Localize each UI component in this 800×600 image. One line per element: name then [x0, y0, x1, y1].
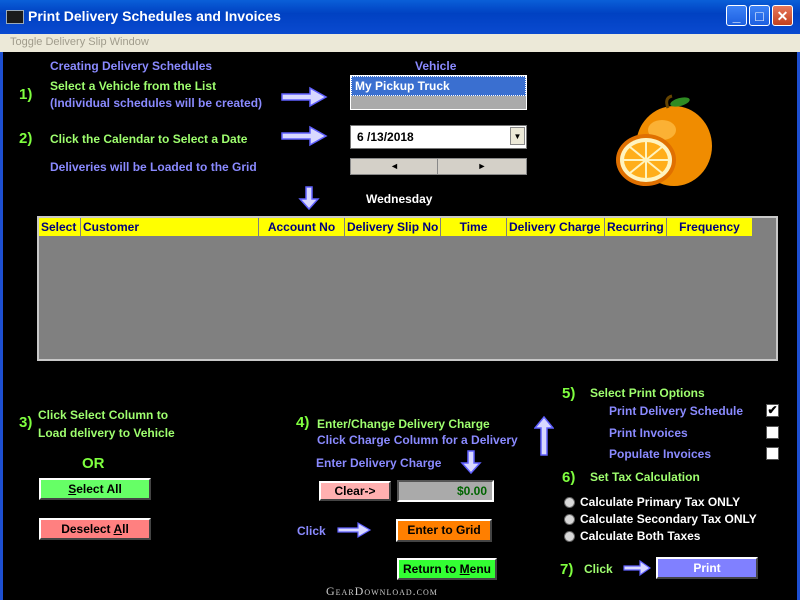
grid-col-delivery-slip-no[interactable]: Delivery Slip No: [345, 218, 441, 236]
dropdown-arrow-icon[interactable]: ▼: [510, 127, 525, 145]
grid-col-select[interactable]: Select: [39, 218, 81, 236]
grid-col-recurring[interactable]: Recurring: [605, 218, 667, 236]
arrow-right-icon: [337, 521, 372, 539]
step3-line1: Click Select Column to: [38, 408, 169, 422]
tax-option-label-0: Calculate Primary Tax ONLY: [580, 495, 741, 509]
window-frame-left: [0, 52, 3, 600]
date-scroll-right[interactable]: ►: [437, 158, 527, 175]
tax-option-label-1: Calculate Secondary Tax ONLY: [580, 512, 757, 526]
menu-bar: Toggle Delivery Slip Window: [0, 34, 800, 52]
minimize-button[interactable]: _: [726, 5, 747, 26]
close-button[interactable]: ✕: [772, 5, 793, 26]
arrow-down-icon: [298, 186, 320, 210]
deselect-all-button[interactable]: Deselect All: [39, 518, 151, 540]
maximize-button[interactable]: □: [749, 5, 770, 26]
enter-to-grid-button[interactable]: Enter to Grid: [396, 519, 492, 542]
tax-primary-radio[interactable]: [564, 497, 575, 508]
populate-invoices-checkbox[interactable]: [766, 447, 779, 460]
grid-col-customer[interactable]: Customer: [81, 218, 259, 236]
step5-text: Select Print Options: [590, 386, 705, 400]
print-button[interactable]: Print: [656, 557, 758, 579]
grid-col-time[interactable]: Time: [441, 218, 507, 236]
tax-both-radio[interactable]: [564, 531, 575, 542]
select-all-button[interactable]: Select All: [39, 478, 151, 500]
app-icon: [6, 10, 24, 24]
grid-col-frequency[interactable]: Frequency: [667, 218, 753, 236]
arrow-right-icon: [281, 86, 328, 108]
print-delivery-schedule-checkbox[interactable]: ✔: [766, 404, 779, 417]
vehicle-list-item[interactable]: My Pickup Truck: [351, 76, 526, 96]
menu-toggle-delivery-slip[interactable]: Toggle Delivery Slip Window: [10, 36, 149, 48]
step4-number: 4): [296, 414, 310, 431]
grid-col-delivery-charge[interactable]: Delivery Charge: [507, 218, 605, 236]
creating-schedules-heading: Creating Delivery Schedules: [50, 59, 213, 73]
print-option-label-1: Print Invoices: [609, 426, 688, 440]
grid-header-row: Select Customer Account No Delivery Slip…: [39, 218, 753, 236]
title-bar: Print Delivery Schedules and Invoices _ …: [0, 0, 800, 34]
click-label: Click: [297, 524, 326, 538]
arrow-right-icon: [623, 559, 652, 577]
print-invoices-checkbox[interactable]: [766, 426, 779, 439]
step4-line1: Enter/Change Delivery Charge: [317, 417, 490, 431]
step2-number: 2): [19, 130, 33, 147]
arrow-down-icon: [460, 450, 482, 474]
print-option-label-2: Populate Invoices: [609, 447, 712, 461]
print-option-label-0: Print Delivery Schedule: [609, 404, 744, 418]
window-title: Print Delivery Schedules and Invoices: [28, 8, 281, 24]
step1-number: 1): [19, 86, 33, 103]
delivery-charge-input[interactable]: $0.00: [397, 480, 494, 502]
enter-charge-label: Enter Delivery Charge: [316, 456, 442, 470]
step4-line2: Click Charge Column for a Delivery: [317, 433, 518, 447]
step7-text: Click: [584, 562, 613, 576]
step3-number: 3): [19, 414, 33, 431]
orange-icon: [616, 94, 712, 186]
arrow-right-icon: [281, 125, 328, 147]
step7-number: 7): [560, 561, 574, 578]
step6-number: 6): [562, 469, 576, 486]
or-text: OR: [82, 455, 105, 472]
step1-line2: (Individual schedules will be created): [50, 96, 263, 110]
weekday-label: Wednesday: [366, 192, 433, 206]
deliveries-grid[interactable]: Select Customer Account No Delivery Slip…: [37, 216, 778, 361]
date-picker[interactable]: 6 /13/2018 ▼: [350, 125, 527, 149]
date-value: 6 /13/2018: [357, 130, 414, 144]
clear-button[interactable]: Clear->: [319, 481, 391, 501]
step1-line1: Select a Vehicle from the List: [50, 79, 217, 93]
date-scroll-left[interactable]: ◄: [350, 158, 439, 175]
watermark: GearDownload.com: [326, 584, 438, 598]
vehicle-label: Vehicle: [415, 59, 457, 73]
deliveries-loaded-text: Deliveries will be Loaded to the Grid: [50, 160, 257, 174]
return-to-menu-button[interactable]: Return to Menu: [397, 558, 497, 580]
arrow-up-icon: [534, 416, 554, 456]
step2-text: Click the Calendar to Select a Date: [50, 132, 248, 146]
step3-line2: Load delivery to Vehicle: [38, 426, 175, 440]
vehicle-listbox[interactable]: My Pickup Truck: [350, 75, 527, 110]
step5-number: 5): [562, 385, 576, 402]
tax-option-label-2: Calculate Both Taxes: [580, 529, 701, 543]
grid-col-account-no[interactable]: Account No: [259, 218, 345, 236]
tax-secondary-radio[interactable]: [564, 514, 575, 525]
step6-text: Set Tax Calculation: [590, 470, 700, 484]
